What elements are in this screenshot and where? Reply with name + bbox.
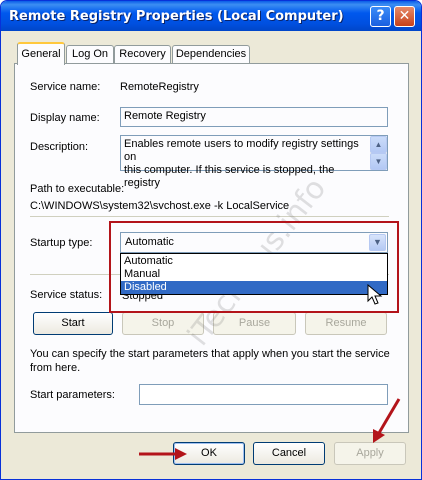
start-params-input[interactable] [139, 384, 388, 405]
properties-dialog: Remote Registry Properties (Local Comput… [0, 0, 422, 480]
mouse-cursor-icon [367, 284, 383, 305]
startup-option-automatic[interactable]: Automatic [121, 255, 387, 268]
startup-type-value: Automatic [125, 236, 174, 248]
title-bar[interactable]: Remote Registry Properties (Local Comput… [1, 1, 421, 31]
tab-dependencies[interactable]: Dependencies [172, 45, 250, 64]
startup-option-disabled[interactable]: Disabled [121, 281, 387, 294]
chevron-down-icon[interactable]: ▼ [369, 234, 386, 251]
help-button[interactable]: ? [370, 6, 391, 27]
startup-type-dropdown: Automatic Manual Disabled [120, 253, 388, 295]
path-value: C:\WINDOWS\system32\svchost.exe -k Local… [30, 200, 290, 212]
startup-type-label: Startup type: [30, 237, 93, 249]
description-scrollbar[interactable]: ▲ ▼ [370, 136, 387, 170]
start-params-info: You can specify the start parameters tha… [30, 348, 390, 374]
window-title: Remote Registry Properties (Local Comput… [9, 9, 344, 24]
startup-option-manual[interactable]: Manual [121, 268, 387, 281]
tab-general[interactable]: General [17, 42, 65, 65]
path-label: Path to executable: [30, 183, 125, 195]
scroll-down-icon[interactable]: ▼ [370, 153, 387, 170]
description-label: Description: [30, 141, 89, 153]
path-underline [30, 216, 389, 217]
service-status-label: Service status: [30, 289, 103, 301]
cancel-button[interactable]: Cancel [253, 442, 325, 465]
start-button[interactable]: Start [33, 312, 113, 335]
apply-button[interactable]: Apply [334, 442, 406, 465]
service-name-label: Service name: [30, 81, 101, 93]
display-name-label: Display name: [30, 112, 100, 124]
tab-recovery[interactable]: Recovery [114, 45, 171, 64]
scroll-up-icon[interactable]: ▲ [370, 136, 387, 153]
tab-log-on[interactable]: Log On [66, 45, 114, 64]
start-params-label: Start parameters: [30, 389, 115, 401]
display-name-field[interactable]: Remote Registry [120, 107, 388, 127]
service-name-value: RemoteRegistry [120, 81, 199, 93]
resume-button[interactable]: Resume [305, 312, 387, 335]
ok-button[interactable]: OK [173, 442, 245, 465]
close-button[interactable]: ✕ [394, 6, 415, 27]
